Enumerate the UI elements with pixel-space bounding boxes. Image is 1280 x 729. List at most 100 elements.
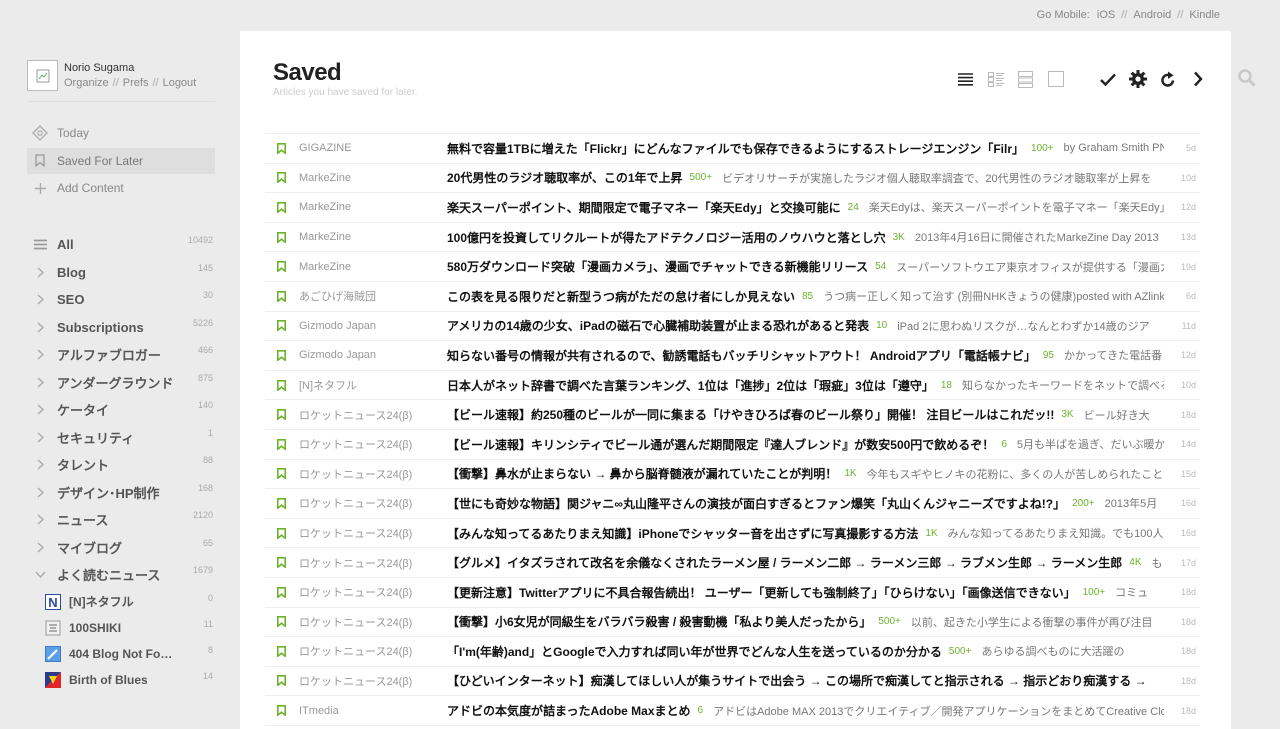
article-title[interactable]: 【グルメ】イタズラされて改名を余儀なくされたラーメン屋 / ラーメン二郎 → ラ…	[447, 554, 1122, 571]
saved-bookmark-icon[interactable]	[277, 201, 289, 213]
article-source[interactable]: MarkeZine	[299, 261, 447, 273]
nav-saved-for-later[interactable]: Saved For Later	[27, 147, 215, 174]
subfeed-birth-of-blues[interactable]: Birth of Blues 14	[27, 667, 215, 693]
android-link[interactable]: Android	[1133, 9, 1171, 21]
article-title[interactable]: 【ひどいインターネット】痴漢してほしい人が集うサイトで出会う → この場所で痴漢…	[447, 672, 1147, 689]
saved-bookmark-icon[interactable]	[277, 261, 289, 273]
refresh-icon[interactable]	[1157, 69, 1178, 89]
article-title[interactable]: 100億円を投資してリクルートが得たアドテクノロジー活用のノウハウと落とし穴	[447, 229, 886, 246]
article-row[interactable]: あごひげ海賊団 この表を見る限りだと新型うつ病がただの怠け者にしか見えない 85 うつ…	[265, 282, 1200, 312]
article-row[interactable]: ロケットニュース24(β) 【更新注意】Twitterアプリに不具合報告続出！ ユ…	[265, 578, 1200, 608]
article-title[interactable]: 20代男性のラジオ聴取率が、この1年で上昇	[447, 169, 683, 186]
magazine-view-icon[interactable]	[985, 69, 1006, 89]
article-row[interactable]: ITmedia アドビの本気度が詰まったAdobe Maxまとめ 6 アドビはAdob…	[265, 696, 1200, 726]
article-source[interactable]: ロケットニュース24(β)	[299, 466, 447, 482]
feed-my-blog[interactable]: マイブログ 65	[27, 534, 215, 562]
article-source[interactable]: MarkeZine	[299, 201, 447, 213]
article-title[interactable]: 無料で容量1TBに増えた「Flickr」にどんなファイルでも保存できるようにする…	[447, 140, 1024, 157]
article-row[interactable]: MarkeZine 楽天スーパーポイント、期間限定で電子マネー「楽天Edy」と交換…	[265, 193, 1200, 223]
article-row[interactable]: ロケットニュース24(β) 【グルメ】イタズラされて改名を余儀なくされたラーメン屋…	[265, 548, 1200, 578]
saved-bookmark-icon[interactable]	[277, 468, 289, 480]
feed-all[interactable]: All 10492	[27, 231, 215, 259]
article-row[interactable]: ロケットニュース24(β) 【衝撃】鼻水が止まらない → 鼻から脳脊髄液が漏れてい…	[265, 460, 1200, 490]
logout-link[interactable]: Logout	[163, 77, 197, 89]
article-source[interactable]: [N]ネタフル	[299, 377, 447, 393]
article-title[interactable]: 【衝撃】鼻水が止まらない → 鼻から脳脊髄液が漏れていたことが判明！	[447, 465, 837, 482]
feed-design[interactable]: デザイン･HP制作 168	[27, 479, 215, 507]
article-row[interactable]: ロケットニュース24(β) 【世にも奇妙な物語】関ジャニ∞丸山隆平さんの演技が面白…	[265, 489, 1200, 519]
article-source[interactable]: ロケットニュース24(β)	[299, 407, 447, 423]
avatar[interactable]	[27, 60, 58, 91]
nav-add-content[interactable]: Add Content	[27, 175, 215, 201]
article-title[interactable]: 日本人がネット辞書で調べた言葉ランキング、1位は「進捗」2位は「瑕疵」3位は「遵…	[447, 377, 934, 394]
feed-frequent-news[interactable]: よく読むニュース 1679	[27, 561, 215, 589]
feed-keitai[interactable]: ケータイ 140	[27, 396, 215, 424]
saved-bookmark-icon[interactable]	[277, 379, 289, 391]
article-row[interactable]: Gizmodo Japan 知らない番号の情報が共有されるので、勧誘電話もバッチリ…	[265, 341, 1200, 371]
article-row[interactable]: ロケットニュース24(β) 【ビール速報】キリンシティでビール通が選んだ期間限定『…	[265, 430, 1200, 460]
article-row[interactable]: ロケットニュース24(β) 「I'm(年齢)and」とGoogleで入力すれば同い…	[265, 637, 1200, 667]
article-title[interactable]: 楽天スーパーポイント、期間限定で電子マネー「楽天Edy」と交換可能に	[447, 199, 841, 216]
saved-bookmark-icon[interactable]	[277, 586, 289, 598]
article-title[interactable]: 【みんな知ってるあたりまえ知識】iPhoneでシャッター音を出さずに写真撮影する…	[447, 525, 918, 542]
article-source[interactable]: MarkeZine	[299, 231, 447, 243]
article-title[interactable]: 【ビール速報】約250種のビールが一同に集まる「けやきひろば春のビール祭り」開催…	[447, 406, 1054, 423]
article-row[interactable]: GIGAZINE 無料で容量1TBに増えた「Flickr」にどんなファイルでも保存…	[265, 134, 1200, 164]
feed-news[interactable]: ニュース 2120	[27, 506, 215, 534]
article-title[interactable]: アドビの本気度が詰まったAdobe Maxまとめ	[447, 702, 691, 719]
article-source[interactable]: ロケットニュース24(β)	[299, 673, 447, 689]
saved-bookmark-icon[interactable]	[277, 349, 289, 361]
feed-subscriptions[interactable]: Subscriptions 5226	[27, 314, 215, 342]
article-row[interactable]: ロケットニュース24(β) 【ひどいインターネット】痴漢してほしい人が集うサイトで…	[265, 667, 1200, 697]
next-arrow-icon[interactable]	[1187, 69, 1208, 89]
mark-read-icon[interactable]	[1097, 69, 1118, 89]
article-title[interactable]: アメリカの14歳の少女、iPadの磁石で心臓補助装置が止まる恐れがあると発表	[447, 317, 869, 334]
saved-bookmark-icon[interactable]	[277, 557, 289, 569]
article-source[interactable]: あごひげ海賊団	[299, 288, 447, 304]
article-title[interactable]: 【ビール速報】キリンシティでビール通が選んだ期間限定『達人ブレンド』が数安500…	[447, 436, 994, 453]
saved-bookmark-icon[interactable]	[277, 497, 289, 509]
article-source[interactable]: Gizmodo Japan	[299, 320, 447, 332]
article-row[interactable]: [N]ネタフル 日本人がネット辞書で調べた言葉ランキング、1位は「進捗」2位は「瑕…	[265, 371, 1200, 401]
subfeed-404-blog[interactable]: 404 Blog Not Fo… 8	[27, 641, 215, 667]
feed-alpha-blogger[interactable]: アルファブロガー 466	[27, 341, 215, 369]
feed-seo[interactable]: SEO 30	[27, 286, 215, 314]
article-row[interactable]: ロケットニュース24(β) 【みんな知ってるあたりまえ知識】iPhoneでシャッタ…	[265, 519, 1200, 549]
feed-underground[interactable]: アンダーグラウンド 875	[27, 369, 215, 397]
saved-bookmark-icon[interactable]	[277, 290, 289, 302]
saved-bookmark-icon[interactable]	[277, 527, 289, 539]
article-title[interactable]: 580万ダウンロード突破「漫画カメラ」、漫画でチャットできる新機能リリース	[447, 258, 868, 275]
organize-link[interactable]: Organize	[64, 77, 109, 89]
feed-blog[interactable]: Blog 145	[27, 259, 215, 287]
article-source[interactable]: Gizmodo Japan	[299, 349, 447, 361]
subfeed-netaful[interactable]: N [N]ネタフル 0	[27, 589, 215, 615]
article-source[interactable]: ロケットニュース24(β)	[299, 525, 447, 541]
search-icon[interactable]	[1238, 69, 1256, 87]
article-row[interactable]: MarkeZine 20代男性のラジオ聴取率が、この1年で上昇 500+ ビデオリサー…	[265, 164, 1200, 194]
article-title[interactable]: 「I'm(年齢)and」とGoogleで入力すれば同い年が世界でどんな人生を送っ…	[447, 643, 942, 660]
feed-talent[interactable]: タレント 88	[27, 451, 215, 479]
article-title[interactable]: 【衝撃】小6女児が同級生をバラバラ殺害 / 殺害動機「私より美人だったから」	[447, 613, 871, 630]
article-source[interactable]: ロケットニュース24(β)	[299, 643, 447, 659]
article-source[interactable]: ロケットニュース24(β)	[299, 584, 447, 600]
saved-bookmark-icon[interactable]	[277, 409, 289, 421]
article-source[interactable]: GIGAZINE	[299, 142, 447, 154]
saved-bookmark-icon[interactable]	[277, 142, 289, 154]
article-source[interactable]: ITmedia	[299, 705, 447, 717]
article-title[interactable]: この表を見る限りだと新型うつ病がただの怠け者にしか見えない	[447, 288, 795, 305]
saved-bookmark-icon[interactable]	[277, 438, 289, 450]
saved-bookmark-icon[interactable]	[277, 616, 289, 628]
settings-gear-icon[interactable]	[1127, 69, 1148, 89]
article-source[interactable]: ロケットニュース24(β)	[299, 555, 447, 571]
ios-link[interactable]: iOS	[1097, 9, 1115, 21]
subfeed-100shiki[interactable]: 100SHIKI 11	[27, 615, 215, 641]
article-row[interactable]: Gizmodo Japan アメリカの14歳の少女、iPadの磁石で心臓補助装置が…	[265, 312, 1200, 342]
saved-bookmark-icon[interactable]	[277, 172, 289, 184]
article-source[interactable]: ロケットニュース24(β)	[299, 614, 447, 630]
article-row[interactable]: ロケットニュース24(β) 【ビール速報】約250種のビールが一同に集まる「けやき…	[265, 400, 1200, 430]
full-article-view-icon[interactable]	[1045, 69, 1066, 89]
article-row[interactable]: MarkeZine 580万ダウンロード突破「漫画カメラ」、漫画でチャットできる新…	[265, 252, 1200, 282]
saved-bookmark-icon[interactable]	[277, 231, 289, 243]
cards-view-icon[interactable]	[1015, 69, 1036, 89]
saved-bookmark-icon[interactable]	[277, 675, 289, 687]
